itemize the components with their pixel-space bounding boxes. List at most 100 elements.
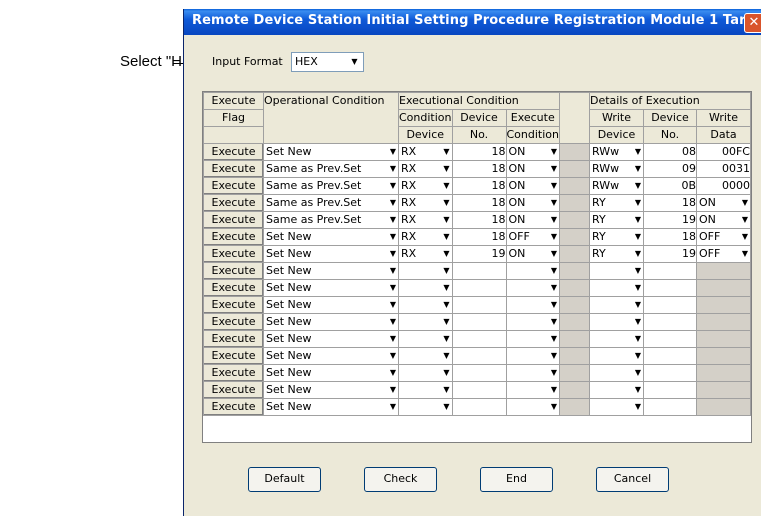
execute-condition-select[interactable]: ON ▼ [505, 194, 560, 212]
execute-button[interactable]: Execute [203, 160, 264, 178]
write-device-select[interactable]: RY ▼ [589, 228, 644, 246]
condition-device-select[interactable]: ▼ [398, 330, 453, 348]
write-data-select[interactable]: ON ▼ [696, 194, 751, 212]
chevron-down-icon[interactable]: ▼ [635, 383, 641, 398]
chevron-down-icon[interactable]: ▼ [635, 281, 641, 296]
chevron-down-icon[interactable]: ▼ [551, 213, 557, 228]
execute-condition-select[interactable]: ▼ [505, 279, 560, 297]
condition-device-select[interactable]: ▼ [398, 296, 453, 314]
chevron-down-icon[interactable]: ▼ [443, 264, 449, 279]
execute-condition-select[interactable]: ▼ [505, 330, 560, 348]
execute-button[interactable]: Execute [203, 245, 264, 263]
write-device-select[interactable]: RY ▼ [589, 211, 644, 229]
chevron-down-icon[interactable]: ▼ [635, 179, 641, 194]
chevron-down-icon[interactable]: ▼ [390, 264, 396, 279]
write-device-no-input[interactable]: 08 [643, 143, 697, 161]
execute-button[interactable]: Execute [203, 228, 264, 246]
chevron-down-icon[interactable]: ▼ [390, 366, 396, 381]
check-button[interactable]: Check [364, 467, 437, 492]
operational-condition-select[interactable]: Set New ▼ [263, 228, 399, 246]
chevron-down-icon[interactable]: ▼ [635, 264, 641, 279]
operational-condition-select[interactable]: Set New ▼ [263, 143, 399, 161]
write-device-no-input[interactable]: 18 [643, 228, 697, 246]
write-device-no-input[interactable] [643, 381, 697, 399]
chevron-down-icon[interactable]: ▼ [390, 281, 396, 296]
device-no-input[interactable] [451, 262, 507, 280]
device-no-input[interactable] [451, 364, 507, 382]
chevron-down-icon[interactable]: ▼ [635, 400, 641, 415]
device-no-input[interactable] [451, 296, 507, 314]
write-device-select[interactable]: ▼ [589, 313, 644, 331]
chevron-down-icon[interactable]: ▼ [390, 332, 396, 347]
execute-button[interactable]: Execute [203, 211, 264, 229]
chevron-down-icon[interactable]: ▼ [443, 196, 449, 211]
chevron-down-icon[interactable]: ▼ [551, 315, 557, 330]
chevron-down-icon[interactable]: ▼ [635, 366, 641, 381]
device-no-input[interactable] [451, 347, 507, 365]
chevron-down-icon[interactable]: ▼ [635, 315, 641, 330]
device-no-input[interactable] [451, 279, 507, 297]
execute-button[interactable]: Execute [203, 381, 264, 399]
operational-condition-select[interactable]: Set New ▼ [263, 262, 399, 280]
chevron-down-icon[interactable]: ▼ [635, 247, 641, 262]
write-device-select[interactable]: ▼ [589, 347, 644, 365]
condition-device-select[interactable]: RX ▼ [398, 194, 453, 212]
write-device-select[interactable]: ▼ [589, 381, 644, 399]
operational-condition-select[interactable]: Set New ▼ [263, 313, 399, 331]
write-device-select[interactable]: ▼ [589, 262, 644, 280]
device-no-input[interactable] [451, 330, 507, 348]
write-device-no-input[interactable] [643, 279, 697, 297]
execute-condition-select[interactable]: ▼ [505, 398, 560, 416]
execute-condition-select[interactable]: ▼ [505, 296, 560, 314]
condition-device-select[interactable]: ▼ [398, 313, 453, 331]
condition-device-select[interactable]: ▼ [398, 381, 453, 399]
write-data-input[interactable]: 0000 [696, 177, 751, 195]
execute-condition-select[interactable]: ON ▼ [505, 245, 560, 263]
write-device-no-input[interactable]: 09 [643, 160, 697, 178]
chevron-down-icon[interactable]: ▼ [635, 349, 641, 364]
execute-condition-select[interactable]: ▼ [505, 347, 560, 365]
chevron-down-icon[interactable]: ▼ [551, 196, 557, 211]
chevron-down-icon[interactable]: ▼ [551, 247, 557, 262]
cancel-button[interactable]: Cancel [596, 467, 669, 492]
write-device-no-input[interactable]: 19 [643, 245, 697, 263]
execute-button[interactable]: Execute [203, 398, 264, 416]
write-device-select[interactable]: ▼ [589, 364, 644, 382]
title-bar[interactable]: Remote Device Station Initial Setting Pr… [184, 9, 761, 35]
chevron-down-icon[interactable]: ▼ [390, 196, 396, 211]
chevron-down-icon[interactable]: ▼ [551, 383, 557, 398]
chevron-down-icon[interactable]: ▼ [742, 247, 748, 262]
write-device-select[interactable]: RY ▼ [589, 245, 644, 263]
write-device-no-input[interactable]: 19 [643, 211, 697, 229]
chevron-down-icon[interactable]: ▼ [390, 400, 396, 415]
operational-condition-select[interactable]: Set New ▼ [263, 347, 399, 365]
chevron-down-icon[interactable]: ▼ [551, 366, 557, 381]
chevron-down-icon[interactable]: ▼ [443, 332, 449, 347]
write-device-select[interactable]: ▼ [589, 279, 644, 297]
device-no-input[interactable]: 18 [451, 211, 507, 229]
write-device-select[interactable]: RWw ▼ [589, 160, 644, 178]
execute-condition-select[interactable]: ON ▼ [505, 177, 560, 195]
operational-condition-select[interactable]: Set New ▼ [263, 381, 399, 399]
operational-condition-select[interactable]: Set New ▼ [263, 364, 399, 382]
write-device-no-input[interactable] [643, 296, 697, 314]
condition-device-select[interactable]: RX ▼ [398, 177, 453, 195]
chevron-down-icon[interactable]: ▼ [390, 247, 396, 262]
device-no-input[interactable]: 18 [451, 194, 507, 212]
write-device-select[interactable]: RWw ▼ [589, 177, 644, 195]
condition-device-select[interactable]: ▼ [398, 347, 453, 365]
write-device-no-input[interactable] [643, 398, 697, 416]
write-data-select[interactable]: OFF ▼ [696, 245, 751, 263]
device-no-input[interactable] [451, 313, 507, 331]
write-data-input[interactable]: 0031 [696, 160, 751, 178]
chevron-down-icon[interactable]: ▼ [443, 400, 449, 415]
execute-condition-select[interactable]: ▼ [505, 381, 560, 399]
chevron-down-icon[interactable]: ▼ [635, 162, 641, 177]
write-device-select[interactable]: ▼ [589, 296, 644, 314]
execute-condition-select[interactable]: ▼ [505, 262, 560, 280]
chevron-down-icon[interactable]: ▼ [551, 281, 557, 296]
write-data-select[interactable]: ON ▼ [696, 211, 751, 229]
chevron-down-icon[interactable]: ▼ [551, 145, 557, 160]
condition-device-select[interactable]: ▼ [398, 364, 453, 382]
condition-device-select[interactable]: RX ▼ [398, 245, 453, 263]
